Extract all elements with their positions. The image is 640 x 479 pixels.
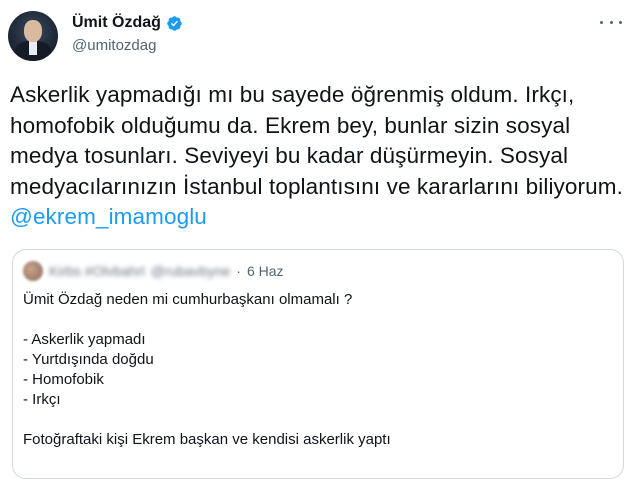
avatar-shirt (29, 41, 37, 55)
mention-link[interactable]: @ekrem_imamoglu (10, 204, 207, 229)
tweet-body: Askerlik yapmadığı mı bu sayede öğrenmiş… (10, 82, 623, 199)
quoted-tweet-header: Kirbs #Olvbahrl @rubavbyne · 6 Haz (23, 261, 284, 281)
quoted-author-avatar (23, 261, 43, 281)
author-name-row: Ümit Özdağ (72, 14, 183, 32)
quoted-author-name: Kirbs #Olvbahrl (49, 263, 145, 279)
author-handle[interactable]: @umitozdag (72, 37, 156, 54)
list-item: - Irkçı (23, 391, 61, 408)
quoted-footer: Fotoğraftaki kişi Ekrem başkan ve kendis… (23, 431, 391, 448)
quoted-title: Ümit Özdağ neden mi cumhurbaşkanı olmama… (23, 291, 353, 308)
tweet-text: Askerlik yapmadığı mı bu sayede öğrenmiş… (10, 80, 635, 233)
quoted-tweet-text: Ümit Özdağ neden mi cumhurbaşkanı olmama… (23, 290, 613, 450)
quoted-tweet-date[interactable]: 6 Haz (247, 263, 284, 279)
author-display-name[interactable]: Ümit Özdağ (72, 14, 161, 32)
list-item: - Askerlik yapmadı (23, 331, 146, 348)
list-item: - Yurtdışında doğdu (23, 351, 154, 368)
list-item: - Homofobik (23, 371, 104, 388)
avatar-face (24, 20, 42, 42)
quoted-tweet[interactable]: Kirbs #Olvbahrl @rubavbyne · 6 Haz Ümit … (12, 249, 624, 479)
more-options-icon[interactable] (600, 14, 622, 30)
verified-badge-icon (167, 15, 182, 31)
author-avatar[interactable] (8, 11, 58, 61)
separator-dot: · (236, 263, 241, 279)
quoted-author-handle: @rubavbyne (150, 263, 231, 279)
